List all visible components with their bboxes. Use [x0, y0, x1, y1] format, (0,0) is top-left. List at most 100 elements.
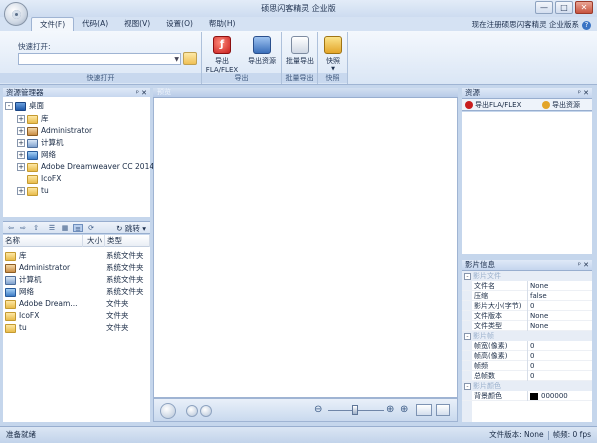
- fullscreen-icon[interactable]: [416, 404, 432, 416]
- resources-title: 资源: [465, 88, 480, 97]
- export-fla-button[interactable]: ƒ 导出FLA/FLEX: [202, 35, 242, 74]
- list-item[interactable]: 网络 系统文件夹: [3, 286, 150, 298]
- up-folder-icon[interactable]: ⇧: [31, 224, 41, 232]
- group-movie-file[interactable]: - 影片文件: [462, 271, 592, 281]
- loop-icon[interactable]: [200, 405, 212, 417]
- column-size[interactable]: 大小: [83, 235, 105, 247]
- list-item[interactable]: IcoFX 文件夹: [3, 310, 150, 322]
- panel-pin-close-icon[interactable]: ᵖ ✕: [578, 260, 589, 270]
- prop-row[interactable]: 帧宽(像素) 0: [462, 341, 592, 351]
- zoom-in-icon[interactable]: ⊕: [386, 404, 394, 415]
- dropdown-arrow-icon[interactable]: ▼: [174, 56, 179, 63]
- jump-button[interactable]: ↻ 跳转 ▾: [116, 223, 146, 234]
- ribbon: 快速打开: ▼ 快速打开 ƒ 导出FLA/FLEX 导出资源 导出 批量导出 批…: [0, 31, 597, 85]
- prop-row[interactable]: 文件名 None: [462, 281, 592, 291]
- list-item[interactable]: tu 文件夹: [3, 322, 150, 334]
- prop-row[interactable]: 文件版本 None: [462, 311, 592, 321]
- tree-item-library[interactable]: + 库: [17, 113, 49, 125]
- prop-row[interactable]: 背景颜色 000000: [462, 391, 592, 401]
- tree-item-icofx[interactable]: IcoFX: [27, 173, 61, 185]
- view-list-icon[interactable]: ☰: [47, 224, 57, 232]
- collapse-icon[interactable]: -: [464, 332, 471, 340]
- collapse-icon[interactable]: -: [464, 272, 471, 280]
- zoom-out-icon[interactable]: ⊖: [314, 404, 322, 415]
- list-item[interactable]: 库 系统文件夹: [3, 250, 150, 262]
- status-right: 文件版本: None 帧频: 0 fps: [489, 427, 591, 443]
- prop-row[interactable]: 影片大小(字节) 0: [462, 301, 592, 311]
- prop-key: 背景颜色: [474, 391, 528, 401]
- tree-item-network[interactable]: + 网络: [17, 149, 56, 161]
- export-resources-button[interactable]: 导出资源: [242, 35, 282, 73]
- zoom-fit-icon[interactable]: ⊕: [400, 404, 408, 415]
- snapshot-view-icon[interactable]: [436, 404, 450, 416]
- register-text: 现在注册硕思闪客精灵 企业版系: [471, 20, 579, 29]
- back-arrow-icon[interactable]: ⇦: [6, 224, 16, 232]
- color-value: 000000: [541, 392, 568, 400]
- prop-row[interactable]: 帧高(像素) 0: [462, 351, 592, 361]
- status-bar: 准备就绪 文件版本: None 帧频: 0 fps: [0, 426, 597, 443]
- list-item[interactable]: 计算机 系统文件夹: [3, 274, 150, 286]
- group-movie-frame[interactable]: - 影片帧: [462, 331, 592, 341]
- prop-key: 文件名: [474, 281, 528, 291]
- collapse-icon[interactable]: -: [5, 102, 13, 110]
- preview-stage[interactable]: [153, 98, 458, 398]
- stage-tab[interactable]: 预览: [153, 88, 458, 98]
- play-icon[interactable]: [160, 403, 176, 419]
- app-menu-orb-icon[interactable]: [4, 2, 28, 26]
- tree-item-dreamweaver[interactable]: + Adobe Dreamweaver CC 2014: [17, 161, 154, 173]
- group-quick-open: 快速打开: ▼ 快速打开: [0, 32, 202, 84]
- explorer-toolbar: ⇦ ⇨ ⇧ ☰ ▦ ≡ ⟳ ↻ 跳转 ▾: [3, 221, 150, 234]
- zoom-slider-thumb[interactable]: [352, 405, 358, 415]
- help-icon[interactable]: ?: [582, 21, 591, 30]
- expand-icon[interactable]: +: [17, 163, 25, 171]
- column-name[interactable]: 名称: [3, 235, 83, 247]
- forward-arrow-icon[interactable]: ⇨: [18, 224, 28, 232]
- prop-row[interactable]: 压缩 false: [462, 291, 592, 301]
- refresh-icon[interactable]: ⟳: [86, 224, 96, 232]
- close-button[interactable]: ✕: [575, 1, 593, 14]
- tab-code[interactable]: 代码(A): [74, 17, 116, 31]
- group-movie-color[interactable]: - 影片颜色: [462, 381, 592, 391]
- flash-icon: [465, 101, 473, 109]
- expand-icon[interactable]: +: [17, 115, 25, 123]
- folder-icon: [27, 162, 38, 172]
- list-item[interactable]: Administrator 系统文件夹: [3, 262, 150, 274]
- expand-icon[interactable]: +: [17, 127, 25, 135]
- stop-icon[interactable]: [186, 405, 198, 417]
- tree-item-tu[interactable]: + tu: [17, 185, 49, 197]
- panel-pin-close-icon[interactable]: ᵖ ✕: [578, 88, 589, 98]
- title-bar: 硕思闪客精灵 企业版 — □ ✕: [0, 0, 597, 17]
- snapshot-button[interactable]: 快照 ▼: [313, 35, 353, 73]
- list-item[interactable]: Adobe Dream... 文件夹: [3, 298, 150, 310]
- jump-label: 跳转: [124, 224, 140, 233]
- minimize-button[interactable]: —: [535, 1, 553, 14]
- register-link[interactable]: 现在注册硕思闪客精灵 企业版系?: [472, 19, 591, 30]
- collapse-icon[interactable]: -: [464, 382, 471, 390]
- view-details-icon[interactable]: ≡: [73, 224, 83, 233]
- prop-row[interactable]: 总帧数 0: [462, 371, 592, 381]
- view-icons-icon[interactable]: ▦: [60, 224, 70, 232]
- tree-item-computer[interactable]: + 计算机: [17, 137, 64, 149]
- tab-view[interactable]: 视图(V): [116, 17, 158, 31]
- quick-open-input[interactable]: ▼: [18, 53, 181, 65]
- tab-settings[interactable]: 设置(O): [158, 17, 201, 31]
- expand-icon[interactable]: +: [17, 139, 25, 147]
- tab-file[interactable]: 文件(F): [31, 17, 75, 31]
- tab-help[interactable]: 帮助(H): [201, 17, 244, 31]
- tree-label: Adobe Dreamweaver CC 2014: [41, 162, 155, 171]
- tab-export-resources[interactable]: 导出资源: [542, 100, 580, 110]
- list-item-name: tu: [19, 323, 27, 332]
- folder-icon: [5, 323, 16, 333]
- expand-icon[interactable]: +: [17, 151, 25, 159]
- browse-folder-icon[interactable]: [183, 52, 197, 65]
- tab-export-fla[interactable]: 导出FLA/FLEX: [465, 100, 521, 110]
- prop-row[interactable]: 文件类型 None: [462, 321, 592, 331]
- column-type[interactable]: 类型: [105, 235, 150, 247]
- tree-item-administrator[interactable]: + Administrator: [17, 125, 92, 137]
- prop-value: 0: [530, 352, 535, 360]
- tree-item-desktop[interactable]: - 桌面: [5, 100, 44, 112]
- tree-label: 计算机: [41, 138, 64, 147]
- expand-icon[interactable]: +: [17, 187, 25, 195]
- prop-row[interactable]: 帧频 0: [462, 361, 592, 371]
- maximize-button[interactable]: □: [555, 1, 573, 14]
